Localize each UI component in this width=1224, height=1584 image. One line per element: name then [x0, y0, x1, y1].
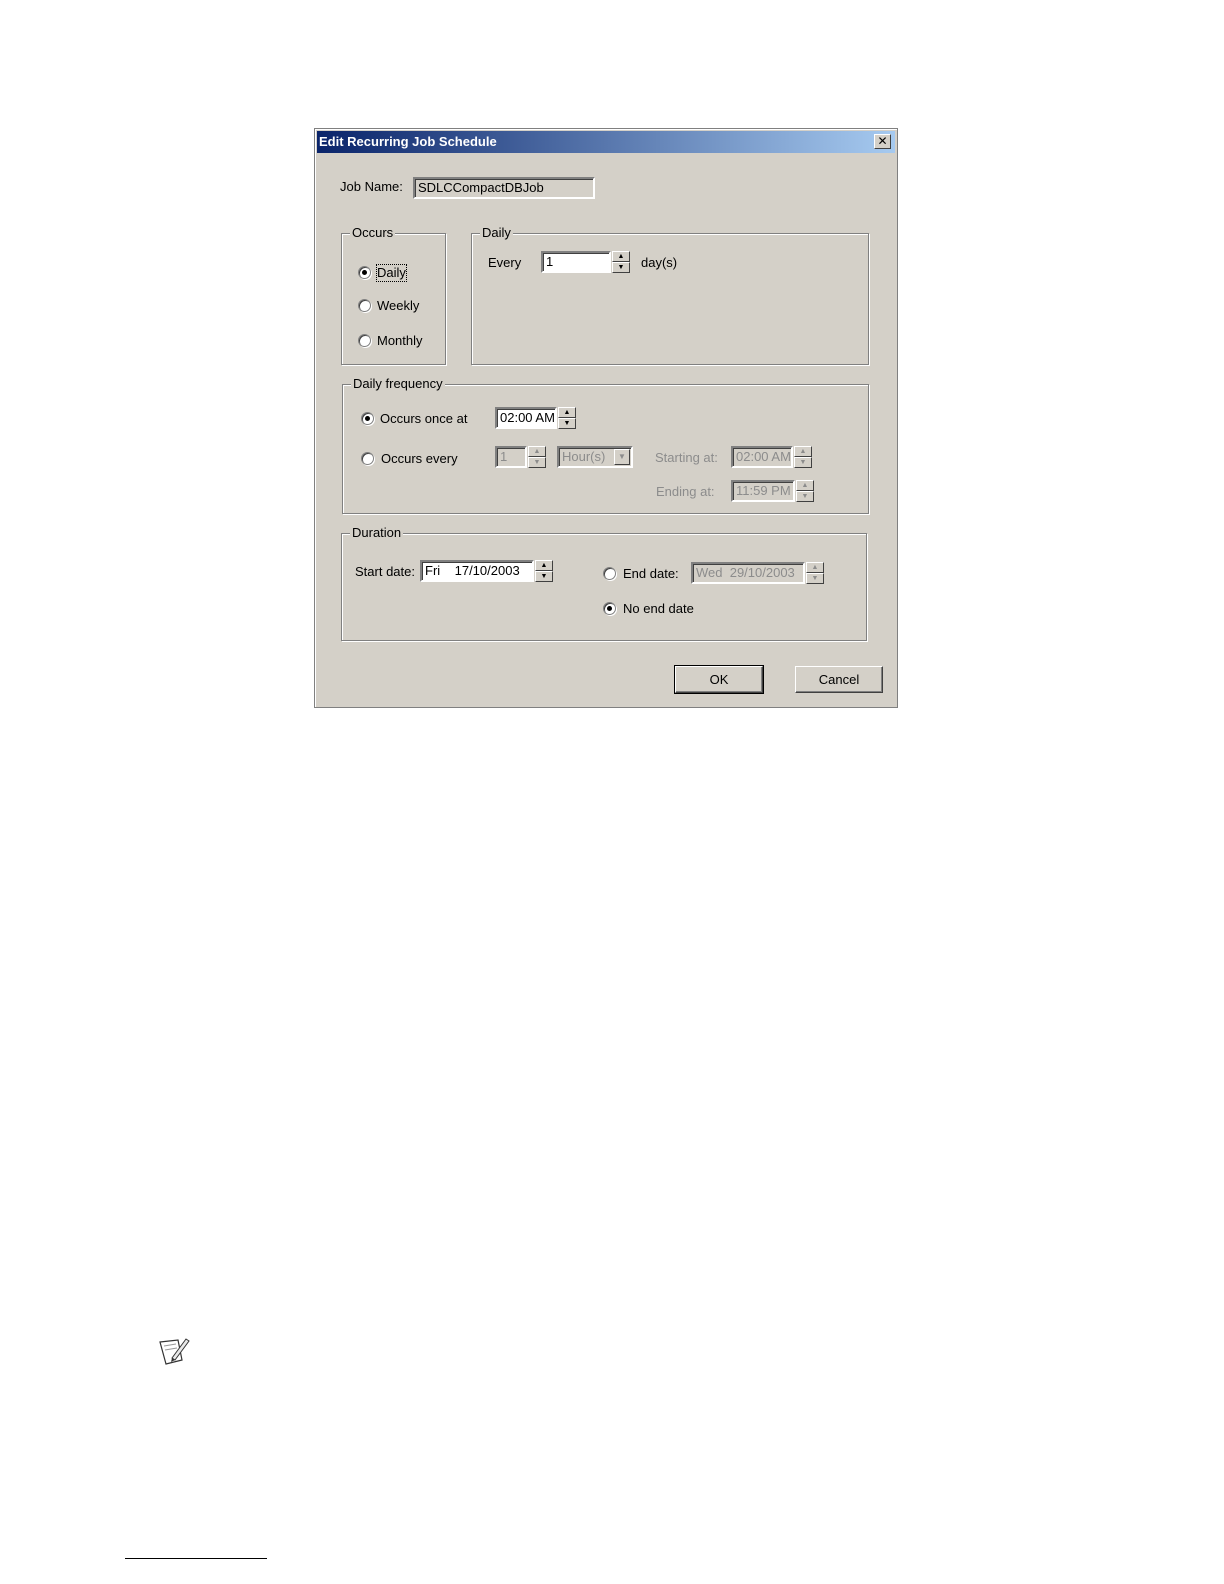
- spin-up-icon[interactable]: ▲: [806, 562, 824, 573]
- footnote-rule: [125, 1558, 267, 1559]
- ending-time-spinner[interactable]: ▲ ▼: [796, 480, 814, 502]
- ok-button[interactable]: OK: [674, 665, 764, 694]
- end-date-radio[interactable]: [603, 567, 616, 580]
- end-date-input[interactable]: Wed 29/10/2003: [691, 562, 805, 584]
- spin-down-icon[interactable]: ▼: [796, 491, 814, 502]
- job-name-label: Job Name:: [340, 179, 403, 194]
- no-end-date-label[interactable]: No end date: [623, 601, 694, 617]
- note-pencil-icon: [159, 1338, 190, 1365]
- ending-at-label: Ending at:: [656, 484, 715, 499]
- spin-down-icon[interactable]: ▼: [528, 457, 546, 468]
- job-name-field: SDLCCompactDBJob: [413, 177, 595, 199]
- end-date-label[interactable]: End date:: [623, 566, 679, 582]
- end-date-spinner[interactable]: ▲ ▼: [806, 562, 824, 584]
- starting-time-spinner[interactable]: ▲ ▼: [794, 446, 812, 468]
- start-date-spinner[interactable]: ▲ ▼: [535, 560, 553, 582]
- occurs-once-label[interactable]: Occurs once at: [380, 411, 467, 427]
- spin-down-icon[interactable]: ▼: [806, 573, 824, 584]
- daily-frequency-group-title: Daily frequency: [351, 376, 445, 392]
- once-time-spinner[interactable]: ▲ ▼: [558, 407, 576, 429]
- spin-up-icon[interactable]: ▲: [612, 251, 630, 262]
- occurs-daily-label[interactable]: Daily: [376, 264, 407, 282]
- spin-down-icon[interactable]: ▼: [558, 418, 576, 429]
- start-date-label: Start date:: [355, 564, 415, 579]
- spin-up-icon[interactable]: ▲: [794, 446, 812, 457]
- starting-at-label: Starting at:: [655, 450, 718, 465]
- spin-up-icon[interactable]: ▲: [558, 407, 576, 418]
- spin-down-icon[interactable]: ▼: [794, 457, 812, 468]
- occurs-group-title: Occurs: [350, 225, 396, 241]
- occurs-every-label[interactable]: Occurs every: [381, 451, 458, 467]
- no-end-date-radio[interactable]: [603, 602, 616, 615]
- spin-up-icon[interactable]: ▲: [528, 446, 546, 457]
- every-days-spinner[interactable]: ▲ ▼: [612, 251, 630, 273]
- occurs-monthly-label[interactable]: Monthly: [377, 333, 423, 349]
- close-icon: ✕: [877, 134, 888, 148]
- close-button[interactable]: ✕: [874, 134, 891, 149]
- duration-group: Duration: [341, 525, 867, 641]
- occurs-daily-radio[interactable]: [358, 266, 371, 279]
- occurs-every-radio[interactable]: [361, 452, 374, 465]
- occurs-weekly-radio[interactable]: [358, 299, 371, 312]
- daily-group-title: Daily: [480, 225, 513, 241]
- spin-down-icon[interactable]: ▼: [535, 571, 553, 582]
- dialog-title: Edit Recurring Job Schedule: [319, 134, 497, 149]
- chevron-down-icon[interactable]: ▼: [614, 449, 630, 465]
- duration-group-title: Duration: [350, 525, 404, 541]
- title-bar: Edit Recurring Job Schedule ✕: [317, 131, 895, 153]
- starting-time-input[interactable]: 02:00 AM: [731, 446, 793, 468]
- cancel-button[interactable]: Cancel: [795, 666, 883, 693]
- edit-recurring-job-schedule-dialog: Edit Recurring Job Schedule ✕ Job Name: …: [314, 128, 898, 708]
- spin-down-icon[interactable]: ▼: [612, 262, 630, 273]
- daily-group: Daily: [471, 225, 869, 365]
- every-label: Every: [488, 255, 522, 270]
- spin-up-icon[interactable]: ▲: [535, 560, 553, 571]
- interval-unit-value: Hour(s): [562, 449, 606, 464]
- start-date-input[interactable]: Fri 17/10/2003: [420, 560, 534, 582]
- interval-unit-select[interactable]: Hour(s) ▼: [557, 446, 633, 468]
- days-unit-label: day(s): [641, 255, 678, 270]
- every-days-input[interactable]: 1: [541, 251, 611, 273]
- occurs-once-radio[interactable]: [361, 412, 374, 425]
- occurs-weekly-label[interactable]: Weekly: [377, 298, 419, 314]
- spin-up-icon[interactable]: ▲: [796, 480, 814, 491]
- every-interval-input[interactable]: 1: [495, 446, 527, 468]
- ending-time-input[interactable]: 11:59 PM: [731, 480, 795, 502]
- every-interval-spinner[interactable]: ▲ ▼: [528, 446, 546, 468]
- occurs-monthly-radio[interactable]: [358, 334, 371, 347]
- once-time-input[interactable]: 02:00 AM: [495, 407, 557, 429]
